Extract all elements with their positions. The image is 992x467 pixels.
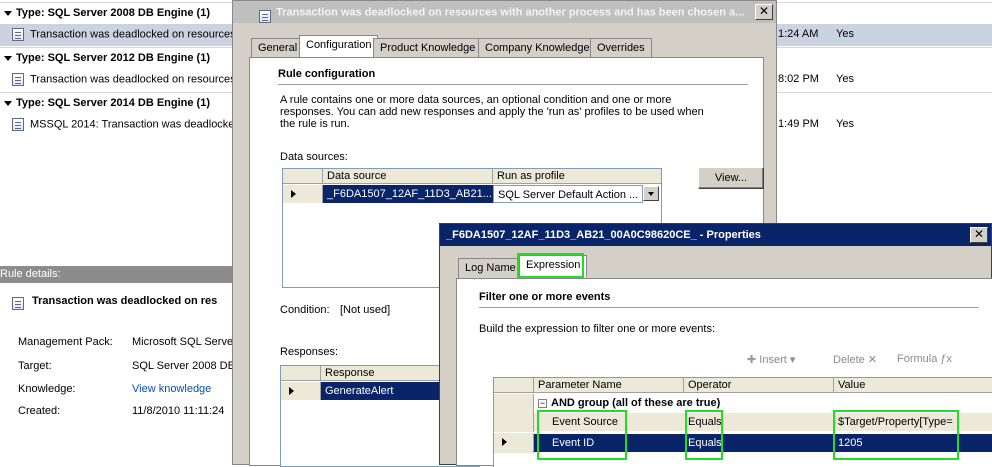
rule-icon xyxy=(12,73,24,86)
insert-button[interactable]: ✚ Insert ▾ xyxy=(747,353,795,366)
rule-icon xyxy=(12,28,24,41)
dialog-titlebar[interactable]: Transaction was deadlocked on resources … xyxy=(233,1,776,23)
tab-general[interactable]: General xyxy=(251,38,305,58)
section-title: Rule configuration xyxy=(278,68,376,80)
formula-button[interactable]: Formula ƒx xyxy=(897,353,952,365)
rule-icon xyxy=(12,118,24,131)
close-icon[interactable]: ✕ xyxy=(755,4,773,20)
details-title: Transaction was deadlocked on res xyxy=(32,295,218,307)
expression-panel: Filter one or more events Build the expr… xyxy=(456,278,992,467)
tab-overrides[interactable]: Overrides xyxy=(590,38,652,58)
collapse-icon[interactable] xyxy=(4,10,12,16)
delete-x-icon: ✕ xyxy=(867,354,878,366)
run-as-profile-combo[interactable]: SQL Server Default Action ... xyxy=(493,185,643,203)
row-selector[interactable] xyxy=(283,185,323,203)
row-arrow-icon xyxy=(502,438,507,446)
close-icon[interactable]: ✕ xyxy=(970,227,988,243)
rule-icon xyxy=(259,10,271,23)
delete-button[interactable]: Delete ✕ xyxy=(833,353,877,366)
tab-company-knowledge[interactable]: Company Knowledge xyxy=(478,38,597,58)
row-arrow-icon xyxy=(291,190,296,198)
chevron-down-icon[interactable] xyxy=(643,186,659,201)
divider xyxy=(479,307,979,308)
row-selector[interactable] xyxy=(281,382,321,400)
condition-label: Condition: xyxy=(280,304,330,316)
collapse-icon[interactable] xyxy=(4,100,12,106)
expression-toolbar: ✚ Insert ▾ Delete ✕ Formula ƒx xyxy=(747,353,987,371)
rule-icon xyxy=(12,297,24,310)
plus-icon: ✚ xyxy=(747,354,757,366)
condition-value: [Not used] xyxy=(340,304,391,316)
collapse-icon[interactable] xyxy=(4,55,12,61)
row-selector[interactable] xyxy=(494,433,534,453)
responses-label: Responses: xyxy=(280,346,339,358)
highlight-box xyxy=(833,410,959,460)
data-source-cell[interactable]: _F6DA1507_12AF_11D3_AB21... xyxy=(323,185,493,203)
highlight-box xyxy=(537,410,627,460)
view-button[interactable]: View... xyxy=(698,167,764,189)
dialog-titlebar[interactable]: _F6DA1507_12AF_11D3_AB21_00A0C98620CE_ -… xyxy=(440,224,991,246)
rule-details-pane: Transaction was deadlocked on res Manage… xyxy=(0,283,232,465)
tab-configuration[interactable]: Configuration xyxy=(299,35,379,57)
details-header: Rule details: xyxy=(0,266,232,283)
instruction-text: Build the expression to filter one or mo… xyxy=(479,323,716,335)
highlight-box xyxy=(517,253,584,278)
formula-icon: ƒx xyxy=(940,353,953,365)
data-source-properties-dialog: _F6DA1507_12AF_11D3_AB21_00A0C98620CE_ -… xyxy=(439,223,992,467)
highlight-box xyxy=(685,410,723,460)
divider xyxy=(278,84,748,85)
collapse-minus-icon[interactable]: − xyxy=(538,399,547,408)
row-arrow-icon xyxy=(289,387,294,395)
tab-product-knowledge[interactable]: Product Knowledge xyxy=(373,38,483,58)
tab-log-name[interactable]: Log Name xyxy=(458,258,523,278)
view-knowledge-link[interactable]: View knowledge xyxy=(132,383,232,395)
data-sources-label: Data sources: xyxy=(280,151,348,163)
section-title: Filter one or more events xyxy=(479,291,611,303)
